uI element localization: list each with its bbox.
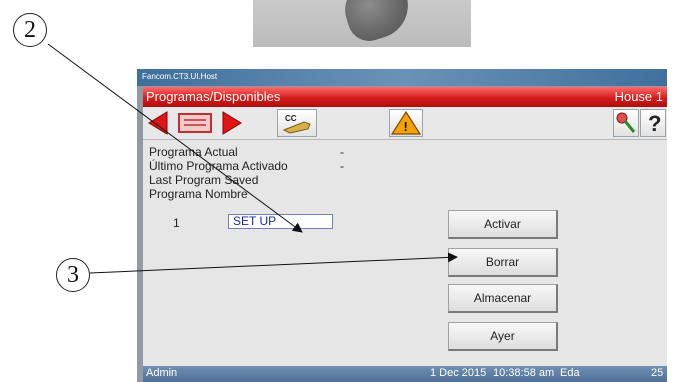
forward-button[interactable] [215, 109, 245, 137]
key-button[interactable] [613, 109, 639, 137]
warning-button[interactable]: ! [389, 109, 423, 137]
program-list-button[interactable] [177, 109, 213, 137]
label-last-saved: Last Program Saved [149, 173, 259, 187]
window-title: Fancom.CT3.UI.Host [142, 72, 218, 81]
forward-arrow-icon [222, 111, 242, 135]
house-label: House 1 [614, 89, 663, 104]
value-programa-actual: - [340, 145, 344, 159]
label-ultimo-programa: Último Programa Activado [149, 159, 288, 173]
activar-button[interactable]: Activar [448, 210, 558, 239]
status-number: 25 [651, 367, 664, 379]
hand-photo [253, 0, 471, 47]
title-bar: Fancom.CT3.UI.Host [137, 69, 667, 86]
back-button[interactable] [145, 109, 175, 137]
value-ultimo-programa: - [340, 159, 344, 173]
warning-icon: ! [390, 110, 422, 135]
borrar-button[interactable]: Borrar [448, 248, 558, 277]
callout-2: 2 [13, 13, 47, 47]
list-icon [178, 113, 212, 133]
hand-icon [337, 0, 417, 47]
svg-text:!: ! [404, 119, 408, 134]
program-number: 1 [173, 216, 180, 230]
ayer-button[interactable]: Ayer [448, 322, 558, 351]
help-button[interactable]: ? [640, 109, 666, 137]
toolbar: CC ! ? [143, 107, 667, 140]
key-icon [616, 112, 636, 133]
status-date: 1 Dec 2015 [430, 367, 487, 379]
program-name-field[interactable]: SET UP [228, 214, 333, 229]
label-programa-nombre: Programa Nombre [149, 187, 248, 201]
page-header: Programas/Disponibles House 1 [143, 87, 667, 107]
help-icon: ? [648, 111, 662, 136]
svg-text:CC: CC [285, 114, 297, 123]
almacenar-button[interactable]: Almacenar [448, 284, 558, 313]
status-bar: Admin 1 Dec 2015 10:38:58 am Eda 25 [143, 366, 667, 382]
status-unit: Eda [560, 367, 580, 379]
status-user: Admin [146, 367, 178, 379]
page-title: Programas/Disponibles [146, 89, 281, 104]
status-time: 10:38:58 am [493, 367, 555, 379]
program-panel: Programa Actual - Último Programa Activa… [143, 140, 667, 366]
label-programa-actual: Programa Actual [149, 145, 238, 159]
cc-key-icon: CC [282, 114, 311, 134]
callout-3: 3 [56, 258, 90, 292]
application-window: Fancom.CT3.UI.Host Programas/Disponibles… [137, 69, 667, 382]
back-arrow-icon [148, 111, 168, 135]
cc-key-button[interactable]: CC [277, 109, 317, 137]
